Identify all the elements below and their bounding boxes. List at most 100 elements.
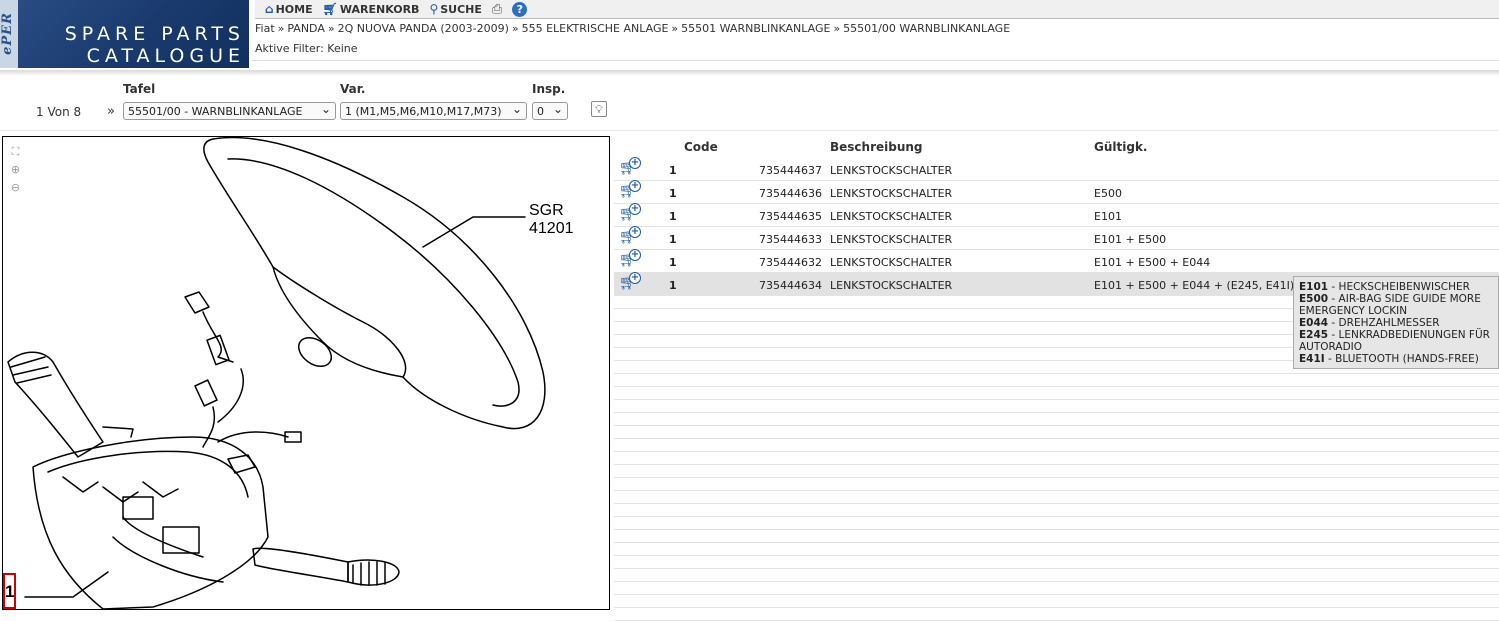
var-label: Var. xyxy=(340,82,366,96)
search-link[interactable]: ⚲ SUCHE xyxy=(429,2,481,16)
empty-row xyxy=(614,478,1499,491)
empty-row xyxy=(614,582,1499,595)
quantity: 1 xyxy=(669,187,677,200)
add-to-cart-icon[interactable]: 🛒︎ + xyxy=(619,203,641,223)
part-description: LENKSTOCKSCHALTER xyxy=(830,256,953,269)
tafel-select[interactable]: 55501/00 - WARNBLINKANLAGE xyxy=(123,100,336,120)
empty-row xyxy=(614,413,1499,426)
logo-line2: CATALOGUE xyxy=(86,45,245,67)
next-table-icon[interactable]: » xyxy=(107,104,115,119)
lightbulb-icon[interactable]: 💡︎ xyxy=(591,101,607,117)
eper-strip: ePER xyxy=(0,0,18,68)
tooltip-code: E500 xyxy=(1299,293,1329,305)
part-code: 735444634 xyxy=(759,279,822,292)
part-description: LENKSTOCKSCHALTER xyxy=(830,187,953,200)
zoom-in-icon[interactable]: ⊕ xyxy=(9,163,22,176)
validity-tooltip: E101 - HECKSCHEIBENWISCHER E500 - AIR-BA… xyxy=(1293,276,1499,369)
empty-row xyxy=(614,530,1499,543)
tooltip-text: - LENKRADBEDIENUNGEN FÜR AUTORADIO xyxy=(1299,329,1490,353)
position-callout[interactable]: 1 xyxy=(3,573,16,609)
help-icon[interactable]: ? xyxy=(512,1,528,17)
quantity: 1 xyxy=(669,164,677,177)
add-to-cart-icon[interactable]: 🛒︎ + xyxy=(619,226,641,246)
empty-row xyxy=(614,439,1499,452)
cart-link[interactable]: 🛒︎ WARENKORB xyxy=(323,2,420,16)
breadcrumb-item[interactable]: 55501 WARNBLINKANLAGE xyxy=(681,22,830,35)
zoom-out-icon[interactable]: ⊖ xyxy=(9,181,22,194)
empty-row xyxy=(614,387,1499,400)
home-link[interactable]: ⌂ HOME xyxy=(265,2,313,16)
tooltip-line: E044 - DREHZAHLMESSER xyxy=(1299,317,1494,329)
part-description: LENKSTOCKSCHALTER xyxy=(830,210,953,223)
add-to-cart-icon[interactable]: 🛒︎ + xyxy=(619,157,641,177)
var-select[interactable]: 1 (M1,M5,M6,M10,M17,M73) xyxy=(340,100,527,120)
tooltip-text: - DREHZAHLMESSER xyxy=(1328,317,1440,329)
empty-row xyxy=(614,517,1499,530)
part-description: LENKSTOCKSCHALTER xyxy=(830,279,953,292)
top-menu: ⌂ HOME 🛒︎ WARENKORB ⚲ SUCHE ⎙ ? xyxy=(255,0,1499,19)
home-icon: ⌂ xyxy=(265,2,274,16)
parts-table: 🛒︎ + 1 735444637 LENKSTOCKSCHALTER 🛒︎ + 1 … xyxy=(614,157,1499,621)
part-code: 735444632 xyxy=(759,256,822,269)
header-band xyxy=(0,70,1499,76)
eper-brand: ePER xyxy=(0,12,15,55)
part-description: LENKSTOCKSCHALTER xyxy=(830,164,953,177)
cart-icon: 🛒︎ xyxy=(322,2,338,16)
part-code: 735444637 xyxy=(759,164,822,177)
breadcrumb-item[interactable]: PANDA xyxy=(287,22,325,35)
insp-label: Insp. xyxy=(532,82,566,96)
quantity: 1 xyxy=(669,210,677,223)
col-description[interactable]: Beschreibung xyxy=(830,140,923,154)
fit-icon[interactable]: ⛶ xyxy=(9,145,22,158)
divider xyxy=(252,60,1499,61)
drawing-reference: SGR 41201 xyxy=(529,202,574,237)
part-validity: E101 + E500 + E044 + (E245, E41I) xyxy=(1094,279,1295,292)
part-validity: E101 xyxy=(1094,210,1122,223)
print-icon[interactable]: ⎙ xyxy=(492,2,502,17)
tooltip-line: E500 - AIR-BAG SIDE GUIDE MORE EMERGENCY… xyxy=(1299,293,1494,317)
table-row[interactable]: 🛒︎ + 1 735444636 LENKSTOCKSCHALTER E500 xyxy=(614,180,1499,204)
part-code: 735444633 xyxy=(759,233,822,246)
empty-row xyxy=(614,400,1499,413)
empty-row xyxy=(614,569,1499,582)
table-row[interactable]: 🛒︎ + 1 735444635 LENKSTOCKSCHALTER E101 xyxy=(614,203,1499,227)
tooltip-line: E101 - HECKSCHEIBENWISCHER xyxy=(1299,281,1494,293)
tooltip-code: E41I xyxy=(1299,353,1325,365)
tooltip-code: E101 xyxy=(1299,281,1329,293)
search-label: SUCHE xyxy=(440,2,482,16)
table-row[interactable]: 🛒︎ + 1 735444637 LENKSTOCKSCHALTER xyxy=(614,157,1499,181)
col-code[interactable]: Code xyxy=(684,140,718,154)
table-row[interactable]: 🛒︎ + 1 735444633 LENKSTOCKSCHALTER E101 +… xyxy=(614,226,1499,250)
empty-row xyxy=(614,452,1499,465)
empty-row xyxy=(614,504,1499,517)
empty-row xyxy=(614,543,1499,556)
part-validity: E101 + E500 + E044 xyxy=(1094,256,1211,269)
logo: ePER SPARE PARTS CATALOGUE xyxy=(0,0,249,68)
breadcrumb-item[interactable]: 555 ELEKTRISCHE ANLAGE xyxy=(522,22,669,35)
parts-diagram[interactable]: ⛶ ⊕ ⊖ SGR 41201 1 xyxy=(2,136,610,610)
empty-row xyxy=(614,374,1499,387)
empty-row xyxy=(614,426,1499,439)
add-to-cart-icon[interactable]: 🛒︎ + xyxy=(619,180,641,200)
active-filter: Aktive Filter: Keine xyxy=(255,42,358,55)
tooltip-line: E245 - LENKRADBEDIENUNGEN FÜR AUTORADIO xyxy=(1299,329,1494,353)
part-code: 735444636 xyxy=(759,187,822,200)
part-description: LENKSTOCKSCHALTER xyxy=(830,233,953,246)
add-to-cart-icon[interactable]: 🛒︎ + xyxy=(619,249,641,269)
add-to-cart-icon[interactable]: 🛒︎ + xyxy=(619,272,641,292)
breadcrumb-item[interactable]: 55501/00 WARNBLINKANLAGE xyxy=(843,22,1010,35)
empty-row xyxy=(614,556,1499,569)
empty-row xyxy=(614,595,1499,608)
home-label: HOME xyxy=(275,2,313,16)
breadcrumb: Fiat» PANDA» 2Q NUOVA PANDA (2003-2009)» 55… xyxy=(255,22,1011,35)
part-validity: E101 + E500 xyxy=(1094,233,1167,246)
cart-label: WARENKORB xyxy=(339,2,420,16)
tooltip-text: - BLUETOOTH (HANDS-FREE) xyxy=(1324,353,1479,365)
breadcrumb-item[interactable]: 2Q NUOVA PANDA (2003-2009) xyxy=(338,22,509,35)
table-row[interactable]: 🛒︎ + 1 735444632 LENKSTOCKSCHALTER E101 +… xyxy=(614,249,1499,273)
part-validity: E500 xyxy=(1094,187,1122,200)
col-validity[interactable]: Gültigk. xyxy=(1094,140,1147,154)
insp-select[interactable]: 0 xyxy=(532,100,568,120)
breadcrumb-item[interactable]: Fiat xyxy=(255,22,275,35)
quantity: 1 xyxy=(669,279,677,292)
